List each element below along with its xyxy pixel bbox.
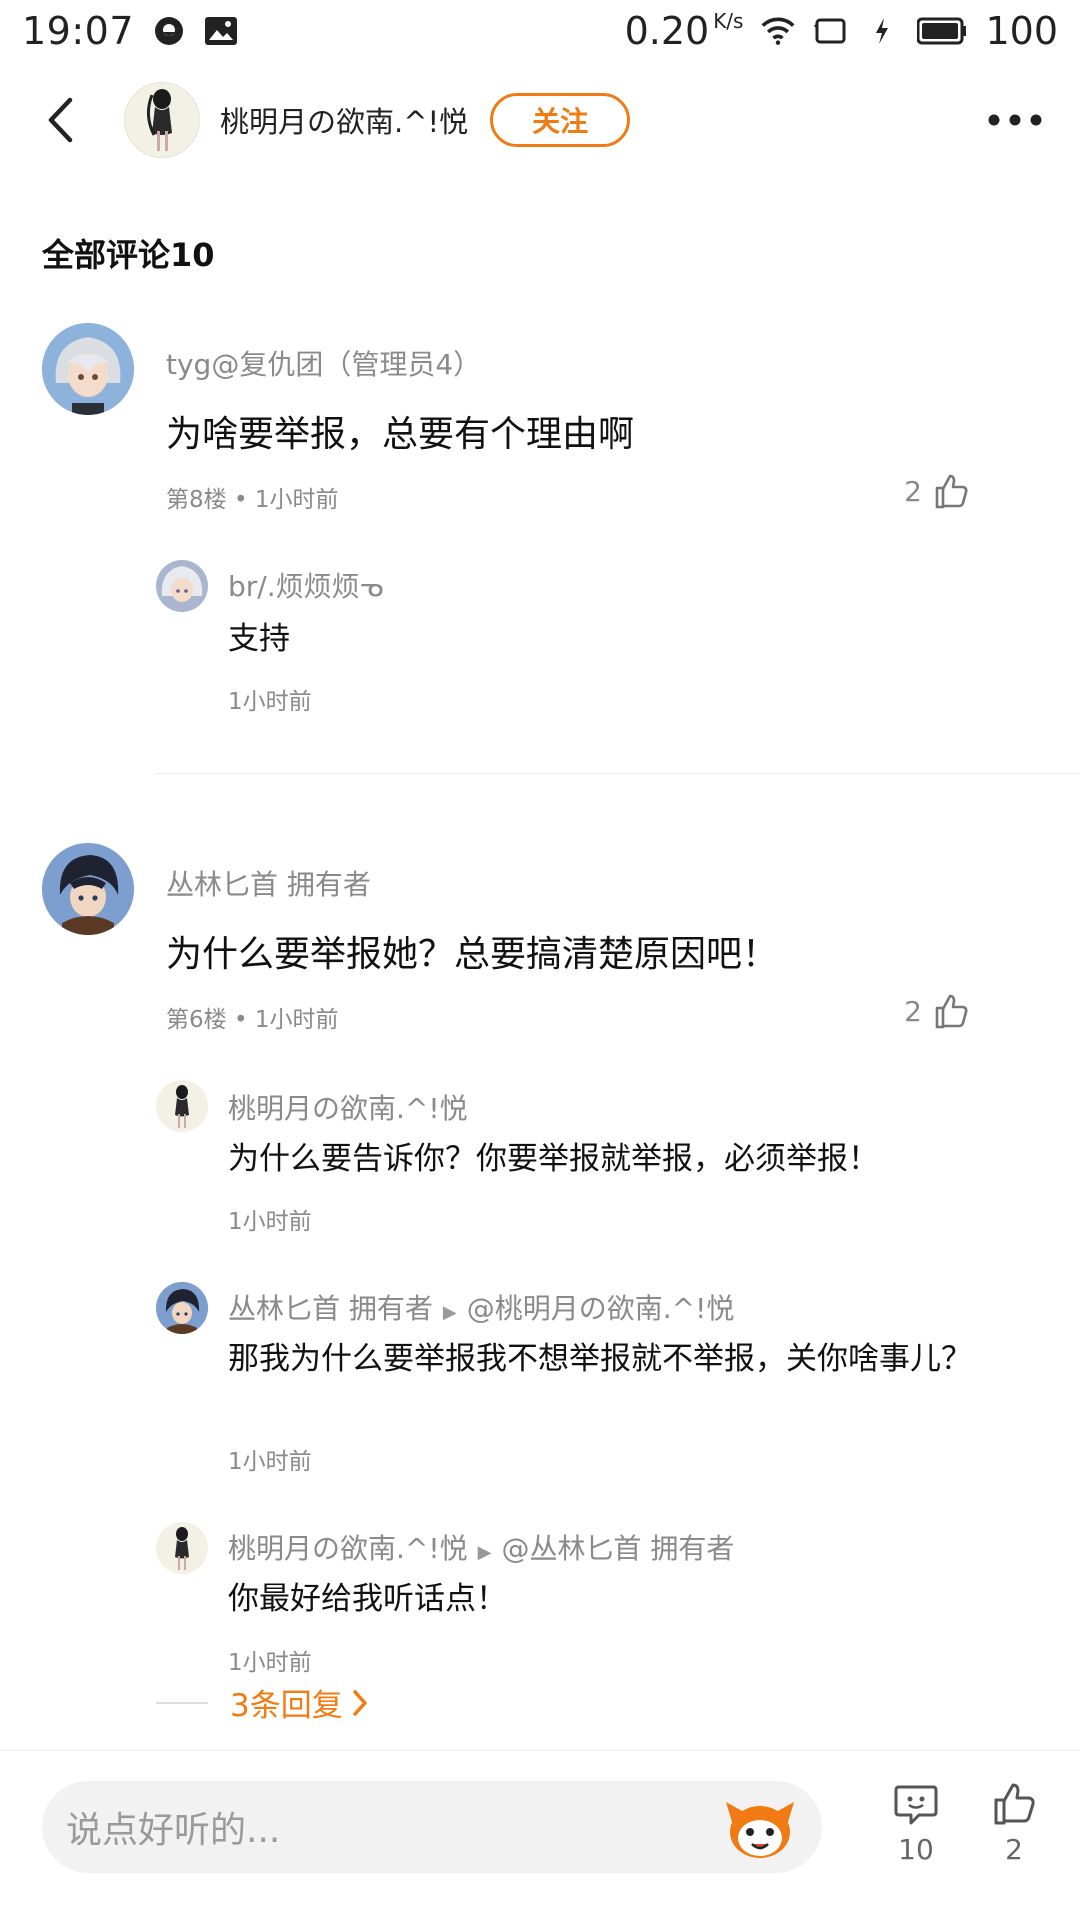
comment-input[interactable]: 说点好听的...	[42, 1781, 822, 1873]
reply-meta: 1小时前	[228, 689, 312, 715]
reply-target[interactable]: @丛林匕首 拥有者	[501, 1532, 734, 1565]
battery-icon	[917, 14, 967, 48]
reply-meta: 1小时前	[228, 1209, 312, 1235]
follow-button[interactable]: 关注	[490, 93, 631, 147]
reply-avatar[interactable]	[156, 1522, 208, 1574]
comments-title: 全部评论10	[42, 236, 215, 274]
comment-author[interactable]: tyg@复仇团（管理员4）	[166, 343, 481, 383]
battery-level: 100	[985, 9, 1058, 53]
status-time: 19:07	[22, 9, 135, 53]
comment-input-placeholder: 说点好听的...	[66, 1810, 281, 1851]
avatar[interactable]	[42, 843, 134, 935]
screen-icon	[813, 14, 847, 48]
like-count: 2	[904, 994, 922, 1028]
thumbs-up-icon	[935, 474, 968, 509]
reply-text: 你最好给我听话点！	[228, 1581, 507, 1617]
divider	[156, 773, 1080, 774]
thumbs-up-icon	[935, 994, 968, 1029]
reply-author[interactable]: 桃明月の欲南.^!悦	[228, 1087, 468, 1127]
like-button[interactable]: 2	[904, 992, 970, 1030]
back-arrow-icon	[48, 97, 73, 143]
reply-target[interactable]: @桃明月の欲南.^!悦	[467, 1292, 735, 1325]
reply-meta: 1小时前	[228, 1650, 312, 1676]
comment-meta: 第6楼 • 1小时前	[166, 1007, 339, 1033]
like-count: 2	[904, 474, 922, 508]
chat-bubble-icon	[152, 14, 186, 48]
charging-icon	[865, 14, 899, 48]
more-replies-line	[156, 1701, 208, 1704]
reply-to-arrow-icon: ▶	[442, 1302, 457, 1323]
more-dots-icon	[988, 114, 1042, 126]
net-speed: 0.20 K/s	[624, 9, 744, 53]
reply-author[interactable]: 丛林匕首 拥有者	[228, 1292, 433, 1325]
emoji-mascot-icon[interactable]	[722, 1792, 798, 1862]
reply-avatar[interactable]	[156, 1282, 208, 1334]
reply-text: 支持	[228, 621, 290, 657]
author-avatar[interactable]	[124, 82, 200, 158]
reply-author[interactable]: 桃明月の欲南.^!悦	[228, 1532, 468, 1565]
more-button[interactable]	[980, 95, 1050, 145]
comment-text: 为什么要举报她？总要搞清楚原因吧！	[166, 934, 779, 975]
image-icon	[204, 14, 238, 48]
status-bar: 19:07 0.20 K/s 100	[0, 0, 1080, 62]
reply-to-arrow-icon: ▶	[477, 1542, 492, 1563]
more-replies-link[interactable]: 3条回复	[156, 1680, 371, 1725]
like-count: 2	[1005, 1833, 1023, 1866]
author-name[interactable]: 桃明月の欲南.^!悦	[220, 99, 468, 141]
back-button[interactable]	[30, 90, 90, 150]
more-replies-label: 3条回复	[230, 1688, 343, 1724]
reply-text: 那我为什么要举报我不想举报就不举报，关你啥事儿？	[228, 1341, 972, 1377]
wifi-icon	[761, 14, 795, 48]
bottom-bar: 说点好听的... 10 2	[0, 1750, 1080, 1920]
top-bar: 桃明月の欲南.^!悦 关注	[0, 70, 1080, 170]
reply-meta: 1小时前	[228, 1449, 312, 1475]
comment-meta: 第8楼 • 1小时前	[166, 487, 339, 513]
reply-header: 桃明月の欲南.^!悦 ▶ @丛林匕首 拥有者	[228, 1527, 734, 1567]
like-button[interactable]: 2	[904, 472, 970, 510]
reply-text: 为什么要告诉你？你要举报就举报，必须举报！	[228, 1141, 879, 1177]
like-post-button[interactable]: 2	[974, 1781, 1054, 1866]
thumbs-up-icon	[994, 1783, 1035, 1825]
chevron-right-icon	[352, 1689, 367, 1716]
reply-author[interactable]: br/.烦烦烦ᓀ	[228, 565, 383, 605]
reply-avatar[interactable]	[156, 1080, 208, 1132]
comment-text: 为啥要举报，总要有个理由啊	[166, 414, 635, 455]
comment-count: 10	[898, 1833, 934, 1866]
reply-avatar[interactable]	[156, 560, 208, 612]
avatar[interactable]	[42, 323, 134, 415]
comment-icon	[894, 1785, 938, 1825]
comments-button[interactable]: 10	[876, 1781, 956, 1866]
comment-author[interactable]: 丛林匕首 拥有者	[166, 863, 371, 903]
reply-header: 丛林匕首 拥有者 ▶ @桃明月の欲南.^!悦	[228, 1287, 734, 1327]
